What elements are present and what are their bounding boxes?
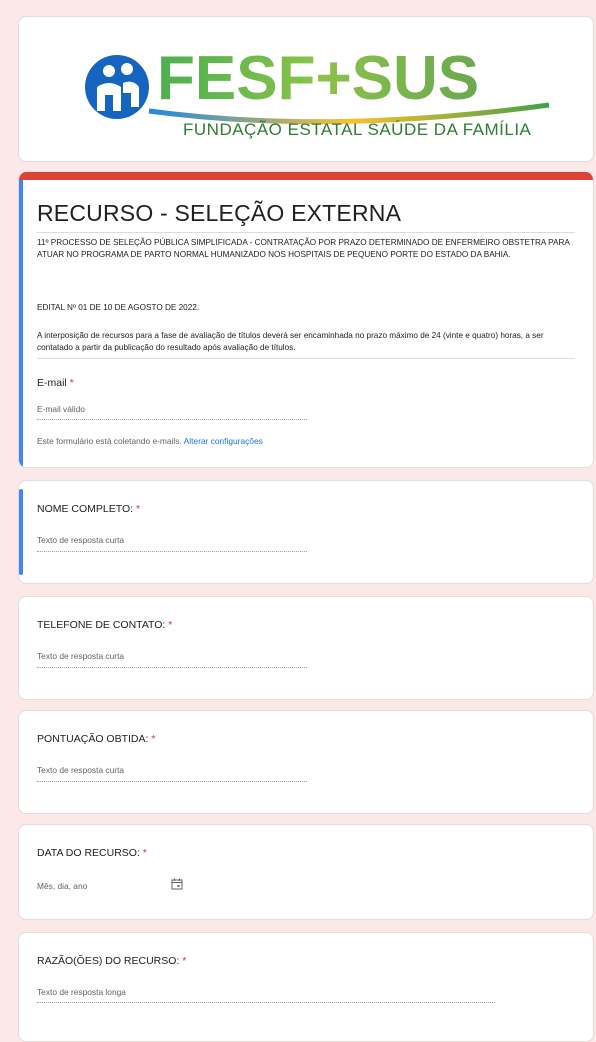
question-title: PONTUAÇÃO OBTIDA: * [37,733,155,745]
title-divider [37,232,575,233]
short-answer-placeholder[interactable]: Texto de resposta curta [37,535,124,545]
collecting-emails-text: Este formulário está coletando e-mails. [37,436,182,446]
form-description-text-3: A interposição de recursos para a fase d… [37,331,544,352]
email-field-underline [37,419,307,420]
required-asterisk: * [136,503,141,515]
form-title-card[interactable]: RECURSO - SELEÇÃO EXTERNA 11º PROCESSO D… [18,172,594,468]
selected-indicator [19,180,23,467]
question-title: NOME COMPLETO: * [37,503,140,515]
form-description-text-2: EDITAL Nº 01 DE 10 DE AGOSTO DE 2022. [37,303,200,312]
question-card-nome[interactable]: NOME COMPLETO: * Texto de resposta curta [18,480,594,584]
question-title: TELEFONE DE CONTATO: * [37,619,172,631]
required-asterisk: * [182,955,187,967]
question-title: RAZÃO(ÕES) DO RECURSO: * [37,955,186,967]
answer-underline [37,1002,495,1003]
question-title-text: RAZÃO(ÕES) DO RECURSO: [37,955,180,967]
description-divider [37,358,575,359]
selected-indicator [19,489,23,575]
email-label-text: E-mail [37,377,67,389]
question-title-text: TELEFONE DE CONTATO: [37,619,166,631]
question-title-text: DATA DO RECURSO: [37,847,140,859]
answer-underline [37,781,307,782]
form-description-paragraph-2[interactable]: EDITAL Nº 01 DE 10 DE AGOSTO DE 2022. [37,302,573,314]
required-asterisk: * [151,733,156,745]
short-answer-placeholder[interactable]: Texto de resposta curta [37,765,124,775]
fesf-sus-logo: FESF+SUS FUNDAÇÃO ESTATAL SAÚDE DA FAMÍL… [85,44,550,139]
required-asterisk: * [69,377,74,389]
theme-color-bar [19,172,593,180]
email-placeholder[interactable]: E-mail válido [37,404,85,414]
long-answer-placeholder[interactable]: Texto de resposta longa [37,987,126,997]
question-title-text: PONTUAÇÃO OBTIDA: [37,733,149,745]
calendar-icon[interactable] [171,878,183,890]
question-title-text: NOME COMPLETO: [37,503,134,515]
form-description-paragraph-1[interactable]: 11º PROCESSO DE SELEÇÃO PÚBLICA SIMPLIFI… [37,237,573,260]
form-description-paragraph-3[interactable]: A interposição de recursos para a fase d… [37,330,573,353]
question-card-data[interactable]: DATA DO RECURSO: * Mês, dia, ano [18,824,594,920]
date-placeholder[interactable]: Mês, dia, ano [37,881,87,891]
short-answer-placeholder[interactable]: Texto de resposta curta [37,651,124,661]
form-description-text-1: 11º PROCESSO DE SELEÇÃO PÚBLICA SIMPLIFI… [37,238,570,259]
required-asterisk: * [142,847,147,859]
logo-text: FESF+SUS [157,44,479,113]
required-asterisk: * [168,619,173,631]
answer-underline [37,551,307,552]
logo-subtitle: FUNDAÇÃO ESTATAL SAÚDE DA FAMÍLIA [183,120,532,139]
question-card-telefone[interactable]: TELEFONE DE CONTATO: * Texto de resposta… [18,596,594,700]
answer-underline [37,667,307,668]
question-title: DATA DO RECURSO: * [37,847,147,859]
question-card-razoes[interactable]: RAZÃO(ÕES) DO RECURSO: * Texto de respos… [18,932,594,1042]
question-card-pontuacao[interactable]: PONTUAÇÃO OBTIDA: * Texto de resposta cu… [18,710,594,814]
header-image-card[interactable]: FESF+SUS FUNDAÇÃO ESTATAL SAÚDE DA FAMÍL… [18,16,594,162]
collecting-emails-note: Este formulário está coletando e-mails. … [37,436,263,446]
form-title[interactable]: RECURSO - SELEÇÃO EXTERNA [37,200,401,227]
email-label: E-mail * [37,377,74,389]
change-settings-link[interactable]: Alterar configurações [184,436,263,446]
